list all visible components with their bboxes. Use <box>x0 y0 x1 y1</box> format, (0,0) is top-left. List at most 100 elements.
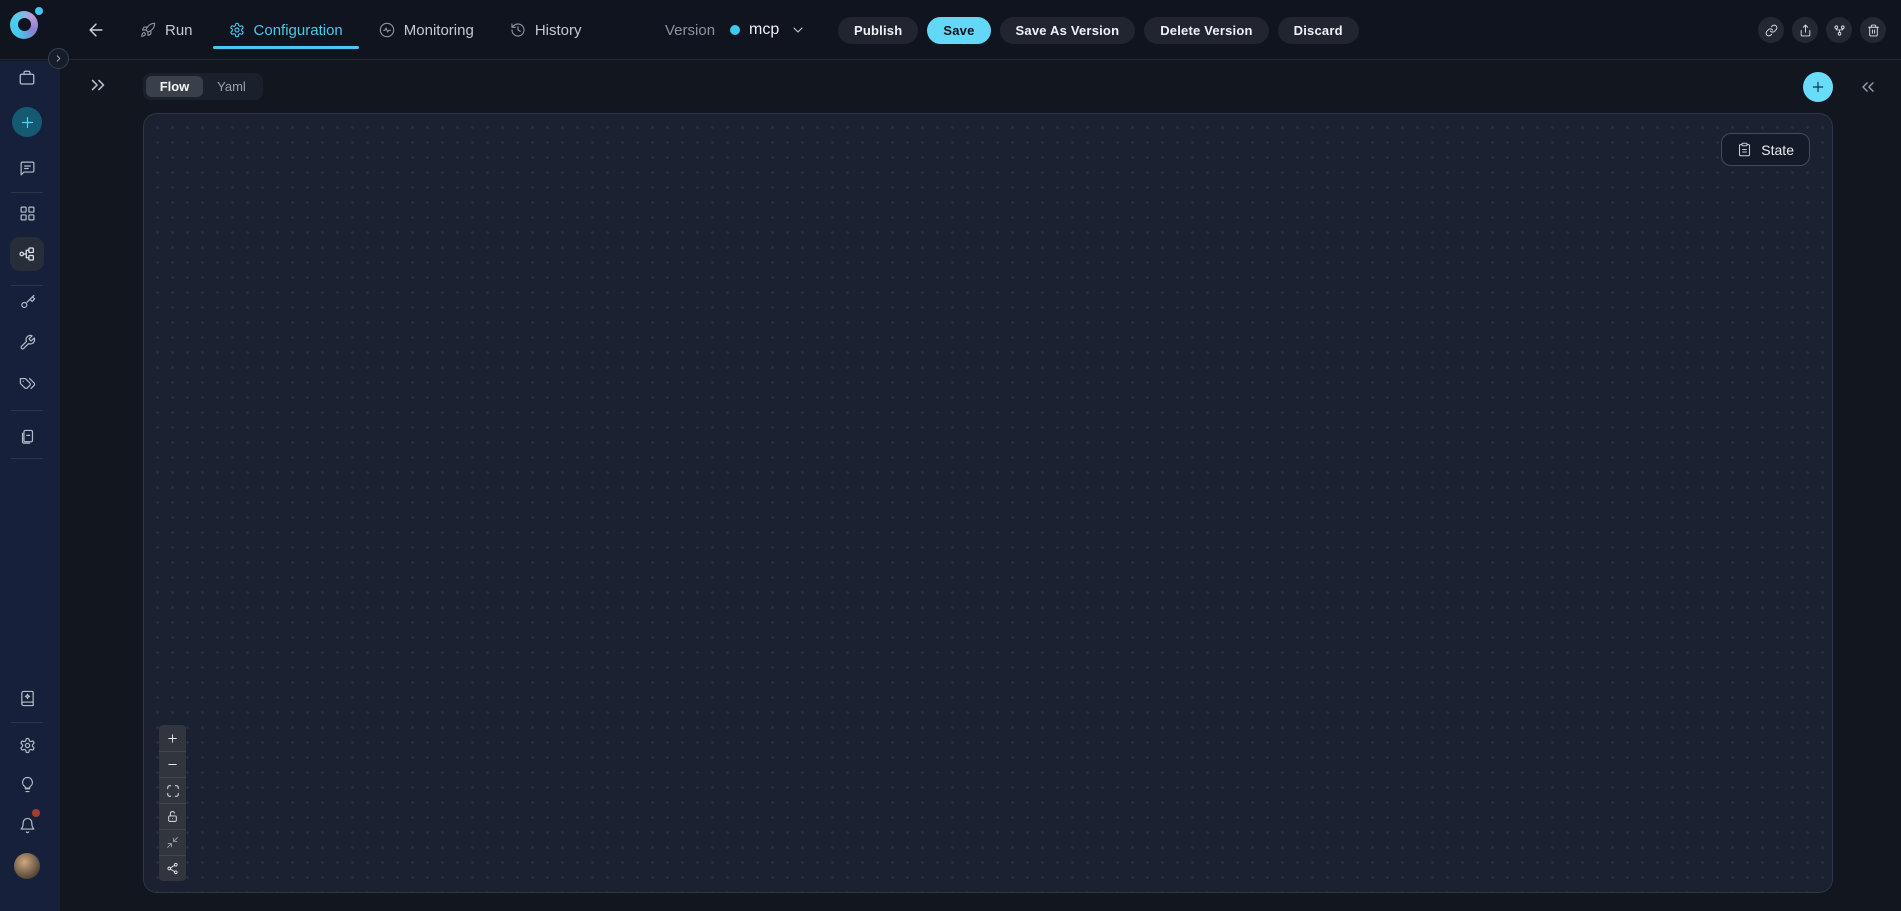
version-label: Version <box>665 22 715 39</box>
version-name: mcp <box>749 21 779 39</box>
state-node[interactable]: State <box>1721 133 1810 166</box>
wrench-icon <box>19 334 36 351</box>
git-branch-icon <box>1833 24 1846 37</box>
plus-icon <box>1810 79 1826 95</box>
collapse-nodes-button[interactable] <box>159 829 186 855</box>
add-node-button[interactable] <box>1803 72 1833 102</box>
lightbulb-icon <box>19 776 36 793</box>
sidebar-item-chat[interactable] <box>12 153 42 183</box>
back-button[interactable] <box>82 16 110 44</box>
lock-button[interactable] <box>159 803 186 829</box>
sidebar-item-keys[interactable] <box>12 287 42 317</box>
topbar: Run Configuration Monitoring History Ver… <box>0 0 1901 60</box>
expand-panel-button[interactable] <box>84 71 112 99</box>
tab-history[interactable]: History <box>492 0 600 60</box>
bell-icon <box>19 817 36 834</box>
state-node-label: State <box>1761 142 1794 158</box>
link-button[interactable] <box>1758 17 1784 43</box>
delete-button[interactable] <box>1860 17 1886 43</box>
fit-view-icon <box>166 784 180 798</box>
view-toggle: Flow Yaml <box>143 73 263 100</box>
tab-monitoring[interactable]: Monitoring <box>361 0 492 60</box>
book-sparkle-icon <box>19 690 36 707</box>
clipboard-icon <box>1737 142 1752 157</box>
sidebar-item-guide[interactable] <box>12 683 42 713</box>
tab-label: History <box>535 22 582 39</box>
app-logo[interactable] <box>10 11 38 39</box>
tab-label: Monitoring <box>404 22 474 39</box>
version-status-dot <box>730 25 740 35</box>
sidebar-item-documents[interactable] <box>12 422 42 452</box>
sidebar-item-ideas[interactable] <box>12 769 42 799</box>
git-branch-button[interactable] <box>1826 17 1852 43</box>
tab-label: Run <box>165 22 193 39</box>
link-icon <box>1765 24 1778 37</box>
discard-button[interactable]: Discard <box>1278 17 1359 44</box>
sidebar-expand-button[interactable] <box>48 48 69 69</box>
sidebar-item-tools[interactable] <box>12 327 42 357</box>
sidebar-divider <box>11 285 43 286</box>
sidebar-divider <box>11 458 43 459</box>
workflow-icon <box>18 245 36 263</box>
trash-icon <box>1867 24 1880 37</box>
flow-canvas[interactable]: State <box>143 113 1833 893</box>
save-as-version-button[interactable]: Save As Version <box>1000 17 1136 44</box>
chevrons-left-icon <box>1858 77 1878 97</box>
shrink-icon <box>166 836 179 849</box>
zoom-in-button[interactable] <box>159 725 186 751</box>
plus-icon <box>19 114 36 131</box>
sidebar <box>0 61 60 911</box>
delete-version-button[interactable]: Delete Version <box>1144 17 1268 44</box>
main-content: Flow Yaml State <box>60 61 1901 911</box>
grid-icon <box>19 205 36 222</box>
arrow-left-icon <box>86 20 106 40</box>
tab-label: Configuration <box>254 22 343 39</box>
chat-icon <box>19 160 36 177</box>
save-button[interactable]: Save <box>927 17 990 44</box>
tab-configuration[interactable]: Configuration <box>211 0 361 60</box>
topbar-actions: Publish Save Save As Version Delete Vers… <box>838 0 1359 60</box>
logo-notification-dot <box>35 7 43 15</box>
sidebar-item-tags[interactable] <box>12 368 42 398</box>
lock-open-icon <box>166 810 179 823</box>
sidebar-item-projects[interactable] <box>12 63 42 93</box>
sidebar-item-notifications[interactable] <box>12 810 42 840</box>
export-icon <box>1799 24 1812 37</box>
auto-layout-button[interactable] <box>159 855 186 881</box>
chevrons-right-icon <box>87 74 109 96</box>
notification-badge <box>32 809 40 817</box>
sidebar-item-workflows[interactable] <box>10 237 44 271</box>
view-toggle-flow[interactable]: Flow <box>146 76 203 97</box>
chevron-down-icon <box>790 22 806 38</box>
export-button[interactable] <box>1792 17 1818 43</box>
documents-icon <box>19 429 36 446</box>
chevron-right-icon <box>53 53 64 64</box>
sidebar-divider <box>11 410 43 411</box>
collapse-panel-button[interactable] <box>1856 75 1880 99</box>
sidebar-item-apps[interactable] <box>12 198 42 228</box>
tab-run[interactable]: Run <box>122 0 211 60</box>
key-icon <box>19 294 36 311</box>
user-avatar[interactable] <box>14 853 40 879</box>
publish-button[interactable]: Publish <box>838 17 918 44</box>
sidebar-divider <box>11 722 43 723</box>
fit-view-button[interactable] <box>159 777 186 803</box>
version-selector[interactable]: Version mcp <box>665 0 806 60</box>
topbar-icon-buttons <box>1758 0 1886 60</box>
share-icon <box>166 862 179 875</box>
view-toggle-yaml[interactable]: Yaml <box>203 76 260 97</box>
add-new-button[interactable] <box>12 107 42 137</box>
sidebar-divider <box>11 192 43 193</box>
gear-icon <box>229 22 245 38</box>
main-tabs: Run Configuration Monitoring History <box>122 0 599 60</box>
minus-icon <box>166 758 179 771</box>
briefcase-icon <box>18 69 36 87</box>
tags-icon <box>19 375 36 392</box>
rocket-icon <box>140 22 156 38</box>
activity-icon <box>379 22 395 38</box>
canvas-controls <box>159 725 186 881</box>
history-icon <box>510 22 526 38</box>
plus-icon <box>166 732 179 745</box>
zoom-out-button[interactable] <box>159 751 186 777</box>
sidebar-item-settings[interactable] <box>12 730 42 760</box>
